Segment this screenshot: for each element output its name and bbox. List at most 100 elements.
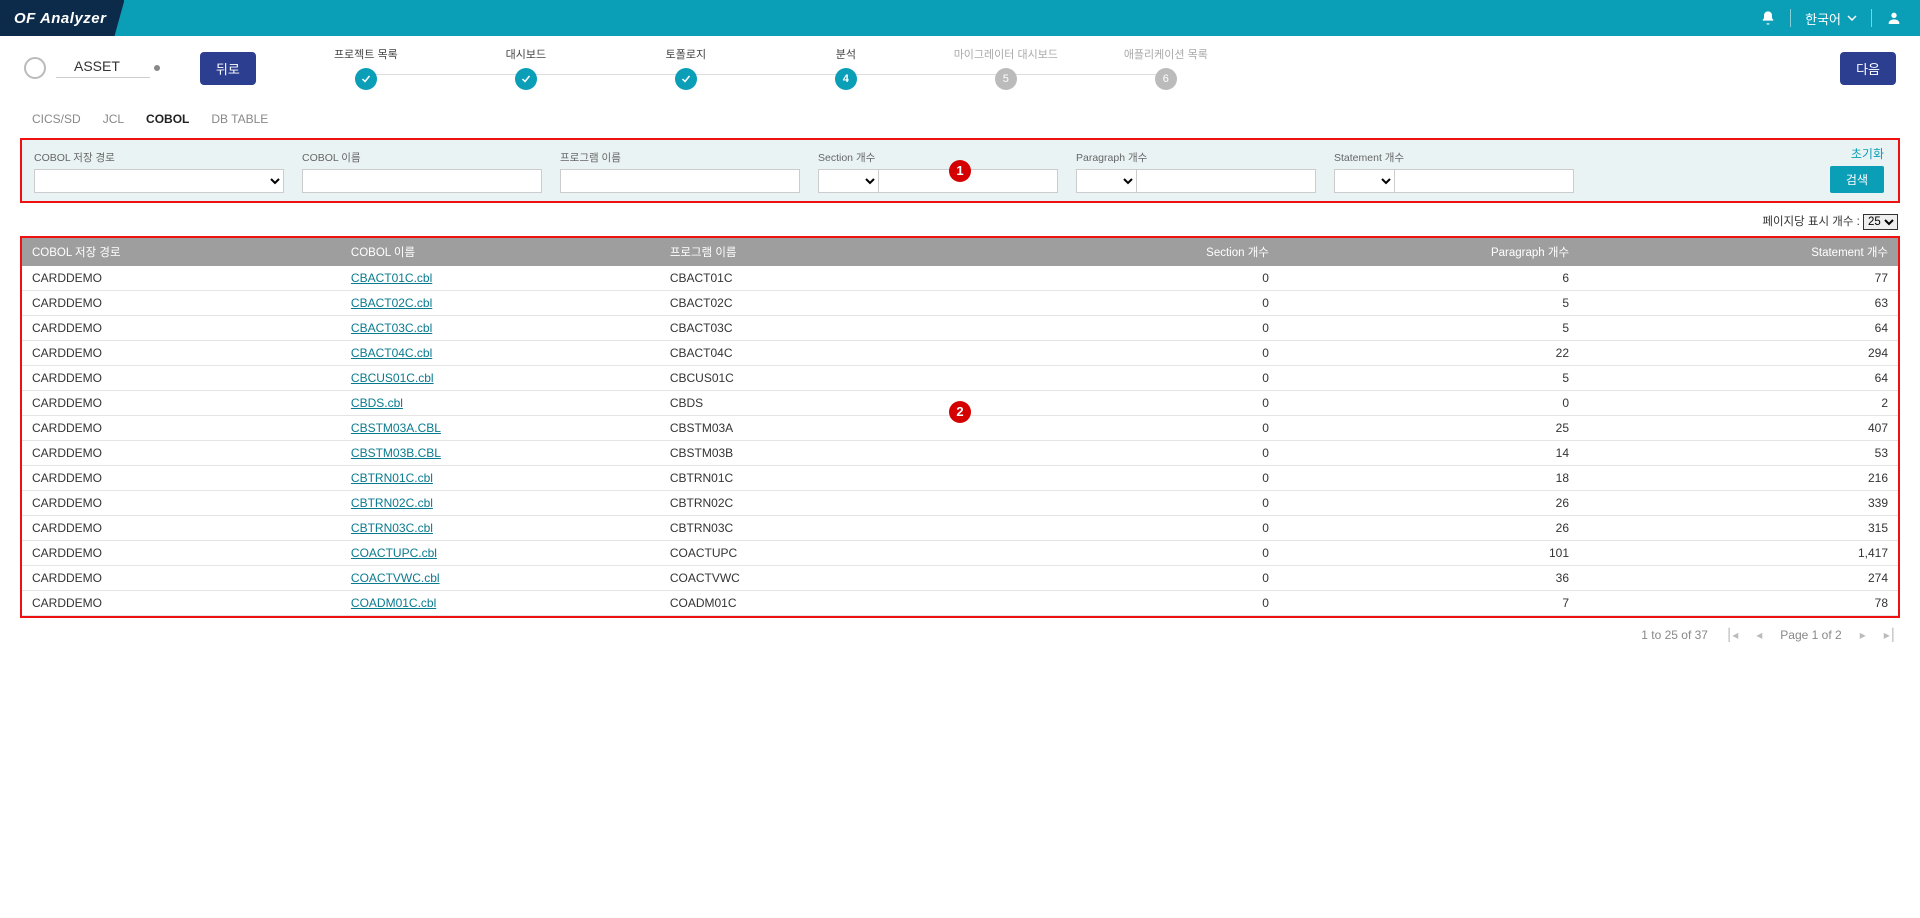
pager-first-icon[interactable]: ⎮◂ [1726,628,1738,642]
tab-db-table[interactable]: DB TABLE [205,106,274,132]
filter-section-op[interactable] [818,169,878,193]
tabs: CICS/SD JCL COBOL DB TABLE [0,106,1920,132]
filter-name-input[interactable] [302,169,542,193]
filter-name-label: COBOL 이름 [302,150,542,165]
cell-path: CARDDEMO [22,266,341,291]
cell-section: 0 [979,391,1279,416]
step-4[interactable]: 마이그레이터 대시보드 5 [926,46,1086,90]
cell-statement: 2 [1579,391,1898,416]
cobol-table: COBOL 저장 경로 COBOL 이름 프로그램 이름 Section 개수 … [22,238,1898,616]
back-button[interactable]: 뒤로 [200,52,256,85]
cell-statement: 274 [1579,566,1898,591]
step-2[interactable]: 토폴로지 [606,46,766,90]
next-button[interactable]: 다음 [1840,52,1896,85]
cell-path: CARDDEMO [22,491,341,516]
table-row: CARDDEMOCOACTUPC.cblCOACTUPC01011,417 [22,541,1898,566]
th-path[interactable]: COBOL 저장 경로 [22,238,341,266]
asset-dot-icon [154,65,160,71]
step-circle: 4 [835,68,857,90]
filter-statement-op[interactable] [1334,169,1394,193]
cobol-link[interactable]: COADM01C.cbl [351,596,436,610]
cobol-link[interactable]: CBDS.cbl [351,396,403,410]
cell-section: 0 [979,591,1279,616]
cell-statement: 63 [1579,291,1898,316]
cell-paragraph: 14 [1279,441,1579,466]
filter-paragraph-input[interactable] [1136,169,1316,193]
bell-icon[interactable] [1760,10,1776,26]
cell-paragraph: 7 [1279,591,1579,616]
tab-cobol[interactable]: COBOL [140,106,195,132]
cell-name: CBCUS01C.cbl [341,366,660,391]
cobol-link[interactable]: CBACT04C.cbl [351,346,432,360]
step-label: 분석 [836,46,856,62]
cobol-link[interactable]: COACTVWC.cbl [351,571,440,585]
step-3[interactable]: 분석 4 [766,46,926,90]
cobol-link[interactable]: CBTRN01C.cbl [351,471,433,485]
pager-prev-icon[interactable]: ◂ [1756,628,1762,642]
cobol-link[interactable]: CBACT03C.cbl [351,321,432,335]
th-statement[interactable]: Statement 개수 [1579,238,1898,266]
tab-cics-sd[interactable]: CICS/SD [26,106,87,132]
steps: 프로젝트 목록 대시보드 토폴로지 분석 4 마이그레이터 대시보드 5 애플리케이션 목록6 [286,46,1810,90]
cell-path: CARDDEMO [22,566,341,591]
annotation-badge-2: 2 [949,401,971,423]
cobol-link[interactable]: CBTRN03C.cbl [351,521,433,535]
step-circle [355,68,377,90]
cell-section: 0 [979,441,1279,466]
pagesize-select[interactable]: 25 [1863,214,1898,230]
pager-next-icon[interactable]: ▸ [1860,628,1866,642]
brand: OF Analyzer [14,10,106,27]
cell-paragraph: 26 [1279,516,1579,541]
language-selector[interactable]: 한국어 [1805,9,1857,28]
table-row: CARDDEMOCBTRN01C.cblCBTRN01C018216 [22,466,1898,491]
step-label: 대시보드 [506,46,546,62]
cell-paragraph: 5 [1279,291,1579,316]
cell-name: CBTRN01C.cbl [341,466,660,491]
cell-name: CBACT02C.cbl [341,291,660,316]
cobol-link[interactable]: CBACT01C.cbl [351,271,432,285]
cell-name: CBDS.cbl [341,391,660,416]
th-section[interactable]: Section 개수 [979,238,1279,266]
step-label: 마이그레이터 대시보드 [954,46,1058,62]
filter-statement-input[interactable] [1394,169,1574,193]
cell-program: COACTVWC [660,566,979,591]
cobol-link[interactable]: CBACT02C.cbl [351,296,432,310]
tab-jcl[interactable]: JCL [97,106,130,132]
th-paragraph[interactable]: Paragraph 개수 [1279,238,1579,266]
table-row: CARDDEMOCBACT02C.cblCBACT02C0563 [22,291,1898,316]
cell-section: 0 [979,341,1279,366]
filter-paragraph-op[interactable] [1076,169,1136,193]
cell-program: COADM01C [660,591,979,616]
th-name[interactable]: COBOL 이름 [341,238,660,266]
cell-program: CBCUS01C [660,366,979,391]
step-1[interactable]: 대시보드 [446,46,606,90]
step-5[interactable]: 애플리케이션 목록6 [1086,46,1246,90]
cobol-link[interactable]: COACTUPC.cbl [351,546,437,560]
step-0[interactable]: 프로젝트 목록 [286,46,446,90]
cell-program: CBACT01C [660,266,979,291]
cell-name: CBTRN02C.cbl [341,491,660,516]
cell-program: CBTRN03C [660,516,979,541]
filter-panel: COBOL 저장 경로 COBOL 이름 프로그램 이름 Section 개수 … [20,138,1900,203]
cell-paragraph: 101 [1279,541,1579,566]
filter-program-input[interactable] [560,169,800,193]
cobol-link[interactable]: CBSTM03A.CBL [351,421,441,435]
asset-circle-icon [24,57,46,79]
user-icon[interactable] [1886,10,1902,26]
cobol-link[interactable]: CBCUS01C.cbl [351,371,434,385]
cobol-link[interactable]: CBTRN02C.cbl [351,496,433,510]
cell-statement: 1,417 [1579,541,1898,566]
cell-path: CARDDEMO [22,316,341,341]
th-program[interactable]: 프로그램 이름 [660,238,979,266]
cobol-link[interactable]: CBSTM03B.CBL [351,446,441,460]
filter-path-select[interactable] [34,169,284,193]
cell-path: CARDDEMO [22,291,341,316]
step-row: ASSET 뒤로 프로젝트 목록대시보드토폴로지분석4마이그레이터 대시보드5애… [0,36,1920,102]
cell-path: CARDDEMO [22,591,341,616]
step-circle: 5 [995,68,1017,90]
cell-paragraph: 5 [1279,316,1579,341]
search-button[interactable]: 검색 [1830,166,1884,193]
reset-link[interactable]: 초기화 [1830,145,1884,162]
table-row: CARDDEMOCBTRN02C.cblCBTRN02C026339 [22,491,1898,516]
pager-last-icon[interactable]: ▸⎮ [1884,628,1896,642]
